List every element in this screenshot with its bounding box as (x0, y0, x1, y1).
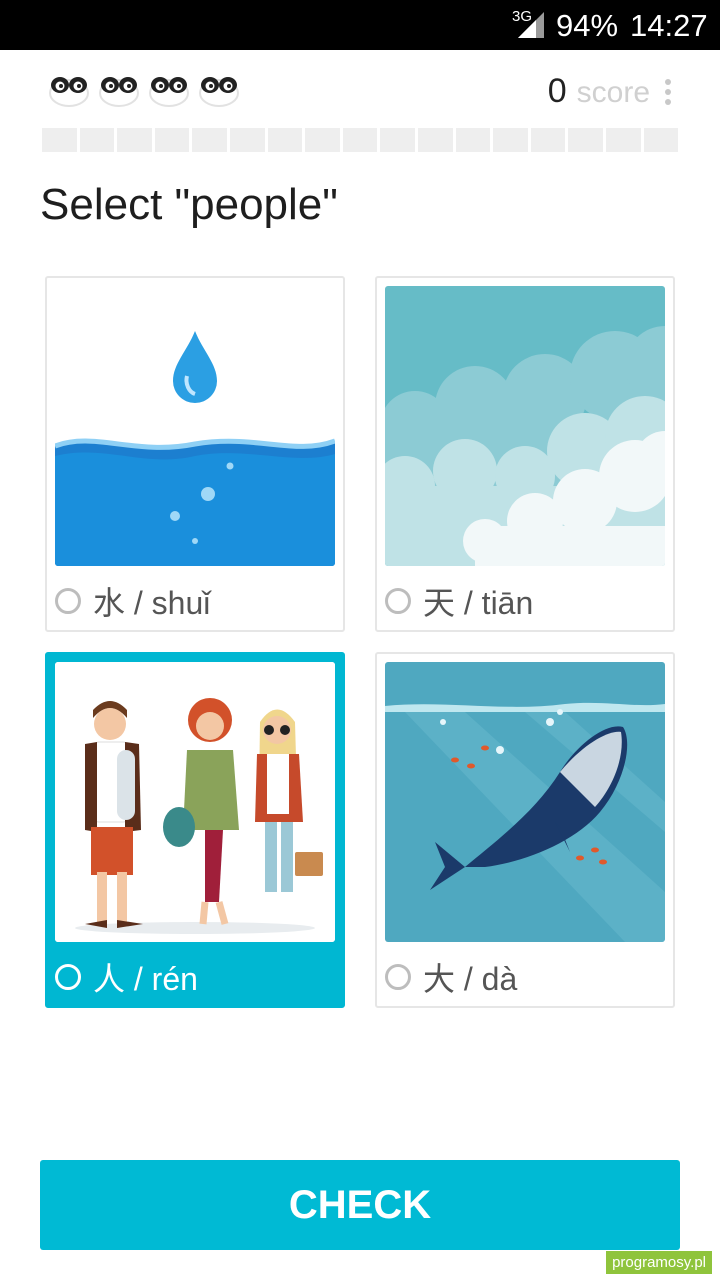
progress-segment (305, 128, 340, 152)
water-drop-image (55, 286, 335, 566)
progress-segment (267, 128, 303, 152)
progress-segment (605, 128, 641, 152)
progress-segment (417, 128, 453, 152)
whale-image (385, 662, 665, 942)
answer-label: 天 / tiān (423, 585, 534, 621)
check-button[interactable]: CHECK (40, 1160, 680, 1250)
people-image (55, 662, 335, 942)
progress-segment (192, 128, 227, 152)
panda-life-icon (49, 77, 89, 107)
panda-life-icon (149, 77, 189, 107)
question-prompt: Select "people" (40, 180, 338, 229)
score: 0 score (548, 72, 650, 111)
progress-segment (380, 128, 415, 152)
clock: 14:27 (630, 8, 708, 43)
answer-label: 大 / dà (423, 961, 518, 997)
progress-segment (42, 128, 77, 152)
radio-button[interactable] (55, 588, 81, 614)
lives (48, 72, 240, 108)
answer-label: 人 / rén (93, 961, 198, 997)
lesson-progress-bar (42, 128, 679, 152)
panda-life-icon (99, 77, 139, 107)
watermark: programosy.pl (606, 1251, 712, 1274)
progress-segment (342, 128, 378, 152)
answer-option-whale: 大 / dà (385, 954, 517, 1000)
answer-card-sky[interactable]: 天 / tiān (375, 276, 675, 632)
answer-option-people: 人 / rén (55, 954, 198, 1000)
radio-button[interactable] (385, 588, 411, 614)
progress-segment (530, 128, 566, 152)
battery-level: 94% (556, 8, 619, 43)
answer-card-water[interactable]: 水 / shuǐ (45, 276, 345, 632)
score-value: 0 (547, 72, 567, 110)
progress-segment (493, 128, 528, 152)
answer-card-whale[interactable]: 大 / dà (375, 652, 675, 1008)
answer-option-water: 水 / shuǐ (55, 578, 210, 624)
progress-segment (79, 128, 115, 152)
progress-segment (643, 128, 679, 152)
score-label: score (576, 76, 650, 109)
progress-segment (229, 128, 265, 152)
progress-segment (117, 128, 152, 152)
network-type: 3G (512, 8, 533, 25)
status-bar: 3G 94% 14:27 (0, 0, 720, 50)
top-bar: 0 score (0, 50, 720, 130)
answer-card-people[interactable]: 人 / rén (45, 652, 345, 1008)
sky-clouds-image (385, 286, 665, 566)
radio-button[interactable] (385, 964, 411, 990)
progress-segment (455, 128, 491, 152)
answer-option-sky: 天 / tiān (385, 578, 533, 624)
progress-segment (568, 128, 603, 152)
panda-life-icon (199, 77, 239, 107)
radio-button[interactable] (55, 964, 81, 990)
more-vertical-icon[interactable] (662, 78, 674, 106)
answer-label: 水 / shuǐ (93, 585, 211, 621)
progress-segment (154, 128, 190, 152)
